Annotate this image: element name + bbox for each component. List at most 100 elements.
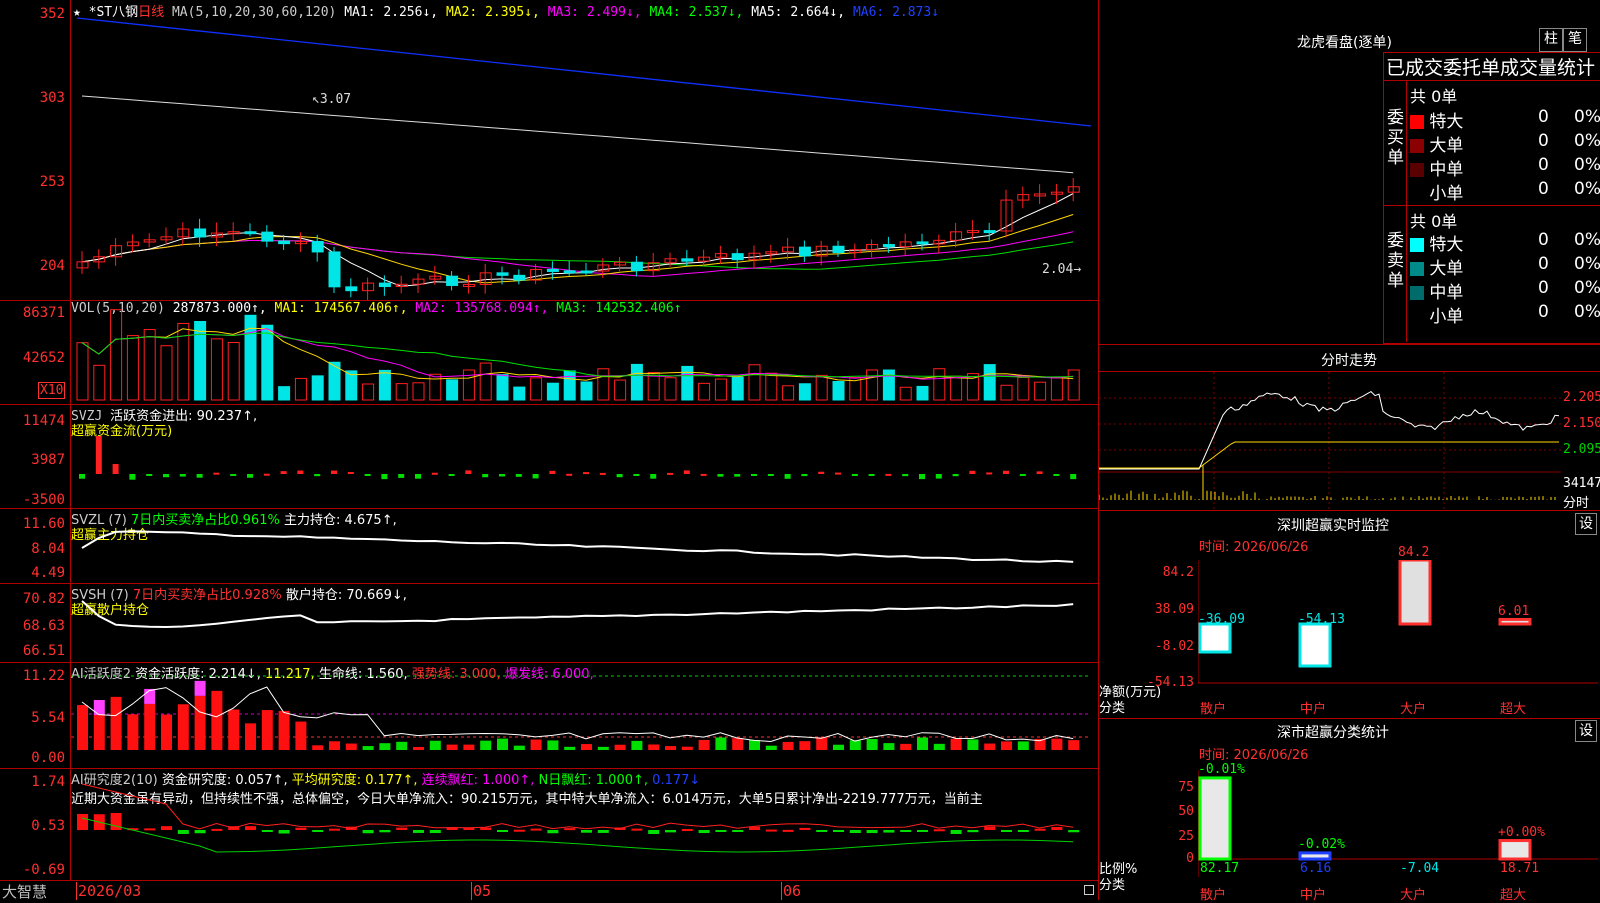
order-row: 特大 0 0% — [1410, 230, 1600, 255]
ai2-bar — [883, 830, 895, 833]
divider — [1099, 344, 1600, 345]
sz-bar — [1398, 560, 1432, 626]
svzj-bar — [247, 474, 253, 478]
sell-side-label: 委卖单 — [1387, 231, 1404, 291]
ai1-bar — [211, 690, 223, 750]
ai1-bar — [765, 745, 777, 750]
volume-bar — [681, 365, 694, 401]
ai2-bar — [732, 830, 744, 832]
x-label-06: 06 — [783, 882, 802, 900]
svzj-bar — [129, 474, 136, 480]
volume-bar — [782, 385, 795, 401]
kline-chart[interactable] — [71, 0, 1098, 300]
ai1-bar — [429, 740, 441, 750]
ss-category: 超大 — [1500, 888, 1527, 903]
ai-research-panel[interactable]: AI研究度2(10) 资金研究度: 0.057↑, 平均研究度: 0.177↑,… — [0, 768, 1098, 880]
volume-bar — [227, 341, 240, 401]
ss-bar-value: 6.16 — [1300, 861, 1332, 876]
ss-xlabel: 分类 — [1099, 878, 1126, 893]
sz-tick-3: -8.02 — [1154, 639, 1194, 654]
svzl-tick-2: 8.04 — [31, 541, 65, 557]
ai2-red-line — [81, 783, 1074, 830]
ai2-bar — [681, 829, 693, 832]
order-type: 特大 — [1429, 112, 1464, 132]
tick-mode-button[interactable]: 笔 — [1563, 28, 1587, 52]
bar-mode-button[interactable]: 柱 — [1539, 28, 1563, 52]
ai2-bar — [211, 828, 223, 831]
ai1-bar — [93, 714, 105, 750]
svzl-panel[interactable]: SVZL (7) 7日内买卖净占比0.961% 主力持仓: 4.675↑, 超赢… — [0, 508, 1098, 584]
svzj-bar — [465, 470, 472, 474]
intraday-title: 分时走势 — [1321, 353, 1377, 369]
ai2-bar — [278, 830, 290, 834]
lock-icon[interactable] — [1084, 885, 1094, 895]
ai1-bar — [547, 740, 559, 750]
intraday-chart[interactable] — [1099, 372, 1561, 509]
sz-bar-value: -36.09 — [1198, 612, 1245, 627]
sz-tick-2: 38.09 — [1154, 602, 1194, 617]
order-type: 大单 — [1429, 136, 1464, 156]
ai1-bar — [833, 744, 844, 750]
svzj-bar — [835, 472, 841, 475]
order-color-icon — [1410, 286, 1424, 300]
ai2-bar — [362, 830, 374, 834]
candle-body — [378, 282, 391, 288]
ss-category: 大户 — [1400, 888, 1427, 903]
intraday-tick-1: 2.205 — [1563, 390, 1600, 405]
sell-total: 共 0单 — [1410, 212, 1458, 231]
ai2-bar — [177, 830, 189, 834]
ai-activity-panel[interactable]: AI活跃度2 资金活跃度: 2.214↓, 11.217, 生命线: 1.560… — [0, 662, 1098, 769]
svzj-tick-3: -3500 — [22, 492, 65, 508]
sz-settings-button[interactable]: 设 — [1575, 513, 1597, 535]
order-type: 特大 — [1429, 235, 1464, 255]
divider — [1406, 206, 1407, 342]
ss-change-value: -0.02% — [1298, 836, 1345, 852]
ai1-bar — [950, 738, 962, 750]
candle-body — [630, 261, 643, 272]
vol-ma2-line — [81, 328, 1074, 380]
svzj-bar — [331, 470, 337, 474]
ai2-bar — [312, 830, 324, 832]
volume-bar — [714, 378, 727, 401]
order-color-icon — [1410, 262, 1424, 276]
svzj-bar — [515, 474, 522, 477]
sz-category: 中户 — [1300, 702, 1327, 717]
candle-body — [244, 231, 257, 235]
svzj-bar — [902, 474, 909, 477]
ai2-bar — [1068, 830, 1080, 833]
ai1-bar — [984, 743, 996, 750]
ai1-bar — [530, 739, 542, 750]
svzj-bar — [599, 472, 606, 475]
ss-tick-25: 25 — [1178, 829, 1194, 844]
kline-panel[interactable]: ★ *ST八钢日线 MA(5,10,20,30,60,120) MA1: 2.2… — [0, 0, 1098, 301]
order-color-icon — [1410, 139, 1424, 153]
ai1-bar — [144, 703, 156, 750]
ai2-bars — [77, 813, 1080, 834]
ai1-tick-2: 5.54 — [31, 710, 65, 726]
ss-bar — [1198, 776, 1232, 861]
svzj-bar — [381, 474, 388, 480]
ai1-bar — [513, 745, 525, 750]
volume-bar — [916, 385, 929, 401]
order-count: 0 — [1538, 254, 1549, 274]
order-row: 中单 0 0% — [1410, 155, 1600, 180]
ai1-bar — [749, 739, 760, 750]
ai1-bar — [631, 740, 643, 750]
ai2-bar — [1034, 828, 1046, 831]
low-price-label: 2.04→ — [1042, 262, 1082, 277]
svsh-panel[interactable]: SVSH (7) 7日内买卖净占比0.928% 散户持仓: 70.669↓, 超… — [0, 583, 1098, 663]
ai2-bar — [950, 830, 962, 834]
volume-panel[interactable]: VOL(5,10,20) 287873.000↑, MA1: 174567.40… — [0, 300, 1098, 405]
order-percent: 0% — [1574, 155, 1600, 175]
ss-settings-button[interactable]: 设 — [1575, 720, 1597, 742]
ai2-bar — [513, 829, 525, 832]
ai2-bar — [396, 827, 408, 830]
divider — [1099, 510, 1600, 511]
order-count: 0 — [1538, 107, 1549, 127]
svzj-bar — [784, 474, 791, 479]
svzj-panel[interactable]: SVZJ 活跃资金进出: 90.237↑, 超赢资金流(万元) 11474 39… — [0, 404, 1098, 509]
ai1-bar — [967, 739, 979, 750]
svzj-bar — [448, 474, 455, 476]
ai2-bar — [749, 826, 760, 830]
order-count: 0 — [1538, 179, 1549, 199]
